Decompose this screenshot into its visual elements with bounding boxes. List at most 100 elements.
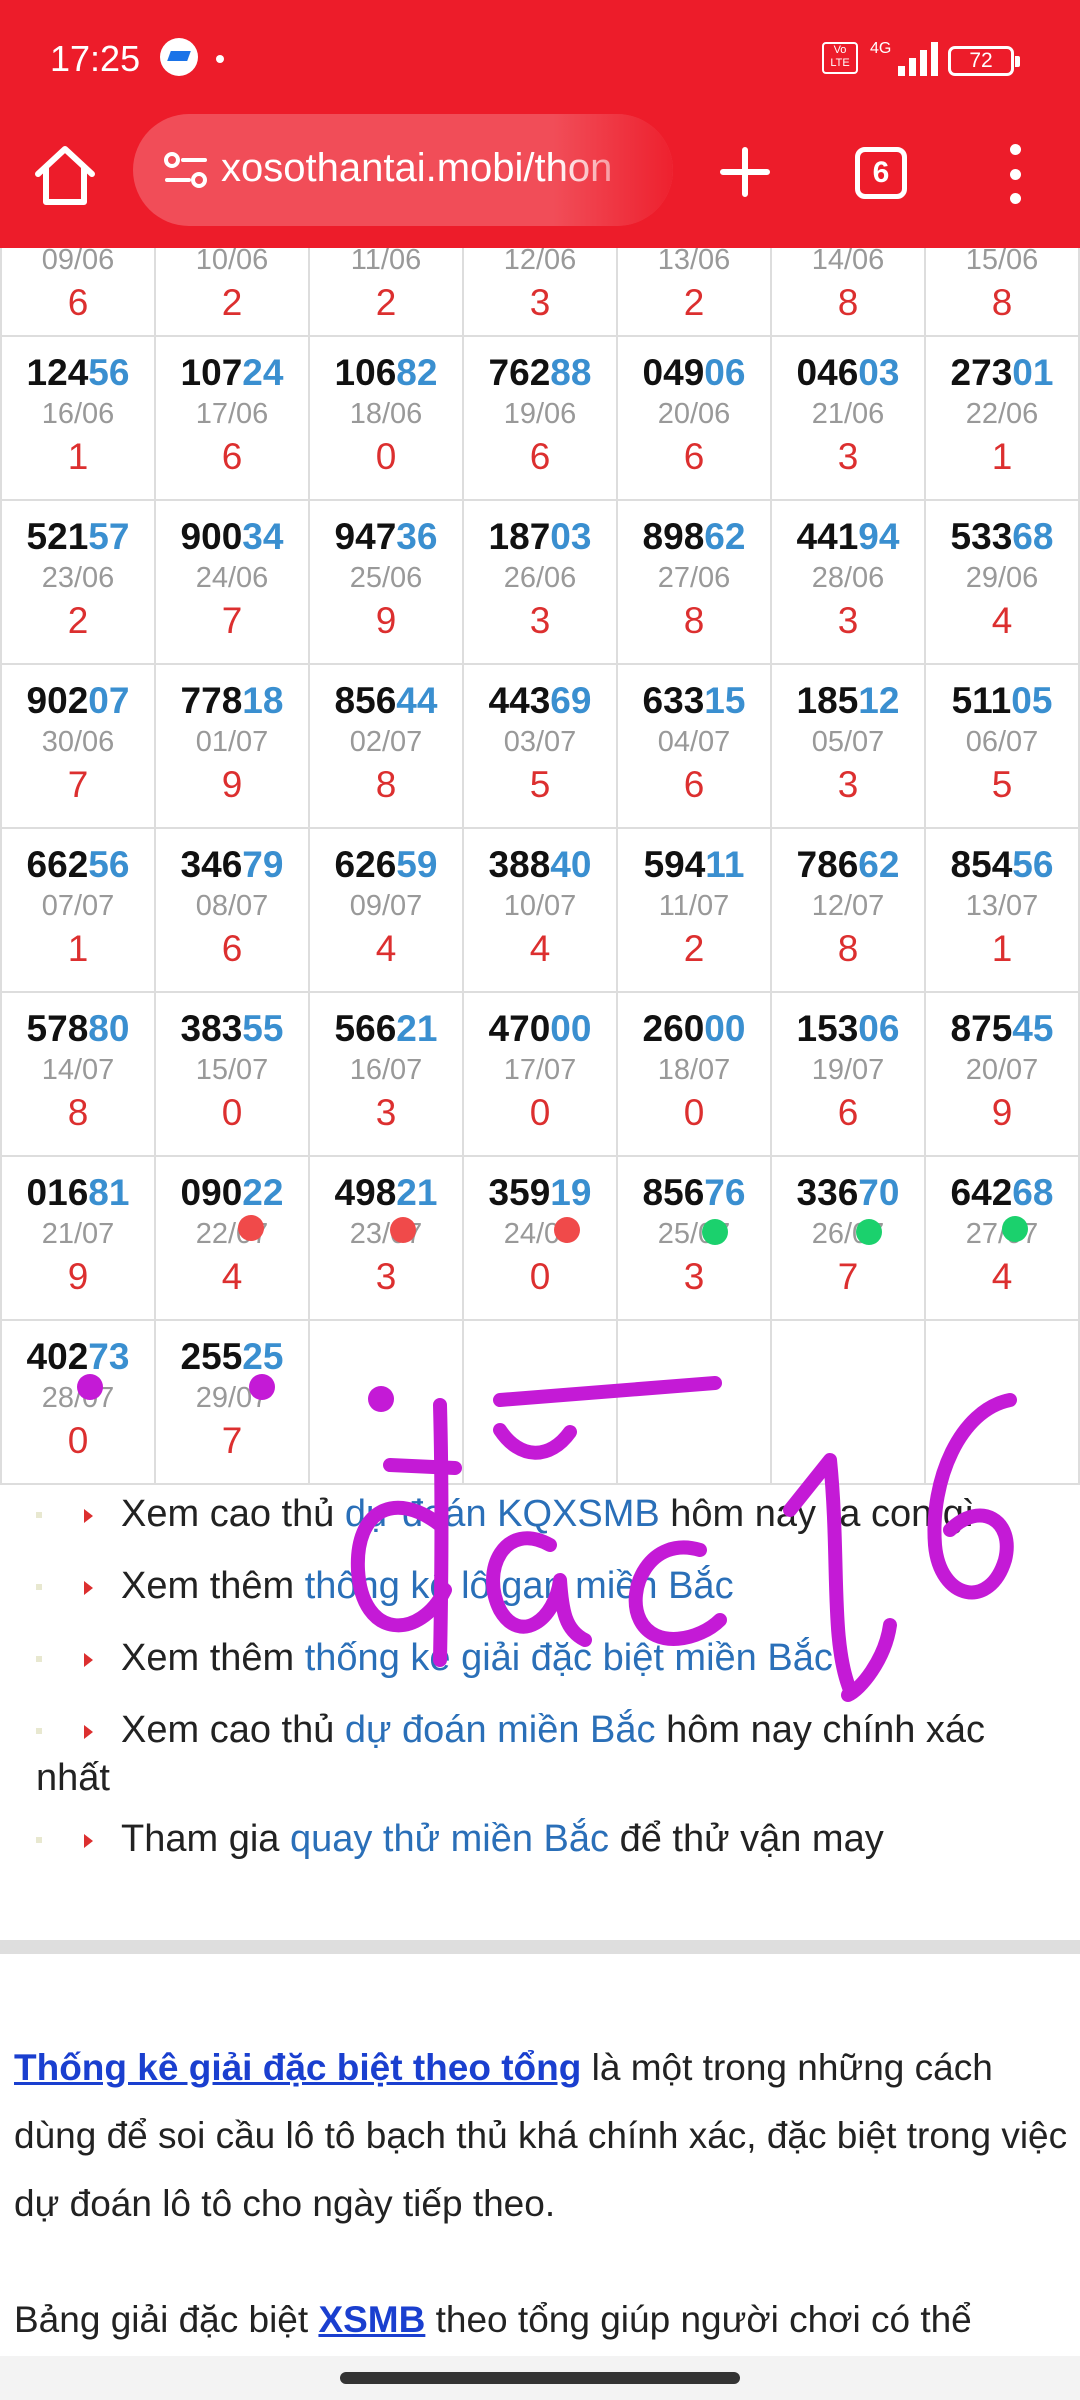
prize-prefix: 778 (180, 680, 243, 721)
address-field[interactable]: xosothantai.mobi/thon (133, 114, 673, 226)
digit-sum: 3 (529, 600, 551, 641)
grid-cell: 89862 27/06 8 (616, 499, 772, 665)
draw-date: 29/07 (195, 1382, 269, 1414)
digit-sum: 8 (991, 282, 1013, 323)
prize-suffix: 12 (858, 680, 900, 721)
related-link[interactable]: thống kê giải đặc biệt miền Bắc (305, 1637, 833, 1679)
digit-sum: 7 (221, 1420, 243, 1461)
digit-sum: 3 (375, 1092, 397, 1133)
digit-sum: 1 (67, 928, 89, 969)
xsmb-link[interactable]: XSMB (318, 2299, 425, 2340)
digit-sum: 1 (991, 436, 1013, 477)
digit-sum: 7 (67, 764, 89, 805)
article-paragraph-1: Thống kê giải đặc biệt theo tổng là một … (14, 2034, 1070, 2238)
digit-sum: 0 (375, 436, 397, 477)
gesture-handle[interactable] (340, 2372, 740, 2384)
grid-cell (924, 1319, 1080, 1485)
prize-suffix: 82 (396, 352, 438, 393)
grid-row: 40273 28/07 0 25525 29/07 7 (0, 1319, 1080, 1485)
prize-prefix: 346 (180, 844, 243, 885)
prize-suffix: 11 (705, 844, 745, 885)
prize-suffix: 36 (396, 516, 438, 557)
browser-chrome: 17:25 Vo LTE 4G 72 xosothantai.mobi/thon… (0, 0, 1080, 248)
digit-sum: 3 (837, 764, 859, 805)
purple-marker (77, 1374, 103, 1400)
prize-suffix: 34 (242, 516, 284, 557)
red-marker (390, 1217, 416, 1243)
digit-sum: 3 (837, 436, 859, 477)
grid-cell: 38355 15/07 0 (154, 991, 310, 1157)
digit-sum: 4 (529, 928, 551, 969)
draw-date: 24/06 (195, 562, 269, 594)
prize-suffix: 76 (704, 1172, 746, 1213)
draw-date: 17/07 (503, 1054, 577, 1086)
prize-number: 49821 (310, 1171, 462, 1215)
grid-cell: 33670 26/07 7 (770, 1155, 926, 1321)
paragraph-2-text-b: theo tổng giúp người chơi có thể (425, 2299, 972, 2340)
site-settings-icon[interactable] (163, 150, 209, 190)
draw-date: 16/07 (349, 1054, 423, 1086)
grid-cell: 04906 20/06 6 (616, 335, 772, 501)
digit-sum: 0 (221, 1092, 243, 1133)
prize-suffix: 70 (858, 1172, 900, 1213)
digit-sum: 9 (221, 764, 243, 805)
prize-suffix: 81 (88, 1172, 130, 1213)
draw-date: 03/07 (503, 726, 577, 758)
prize-suffix: 19 (550, 1172, 592, 1213)
battery-icon: 72 (948, 46, 1020, 76)
grid-cell: 76288 19/06 6 (462, 335, 618, 501)
more-menu-icon[interactable] (1005, 144, 1025, 204)
special-prize-grid: 09/06 6 10/06 2 11/06 2 12/06 3 13/06 2 14/06 8 15/0… (0, 170, 1080, 1485)
grid-cell: 40273 28/07 0 (0, 1319, 156, 1485)
red-marker (554, 1217, 580, 1243)
grid-row: 66256 07/07 1 34679 08/07 6 62659 09/07 4 38840 10… (0, 827, 1080, 993)
prize-number: 12456 (2, 351, 154, 395)
prize-number: 34679 (156, 843, 308, 887)
prize-suffix: 94 (858, 516, 900, 557)
grid-cell: 52157 23/06 2 (0, 499, 156, 665)
digit-sum: 4 (991, 1256, 1013, 1297)
prize-prefix: 498 (334, 1172, 397, 1213)
prize-prefix: 046 (796, 352, 859, 393)
digit-sum: 9 (375, 600, 397, 641)
related-link[interactable]: dự đoán miền Bắc (345, 1709, 656, 1751)
related-link[interactable]: dự đoán KQXSMB (345, 1493, 660, 1535)
caret-right-icon (84, 1508, 93, 1523)
bullet-icon (36, 1584, 42, 1590)
green-marker (1002, 1216, 1028, 1242)
digit-sum: 6 (221, 436, 243, 477)
status-bar: 17:25 Vo LTE 4G 72 (0, 0, 1080, 110)
link-prefix-text: Xem cao thủ (121, 1709, 345, 1751)
grid-cell: 56621 16/07 3 (308, 991, 464, 1157)
new-tab-icon[interactable] (715, 142, 775, 202)
grid-cell: 34679 08/07 6 (154, 827, 310, 993)
prize-suffix: 40 (550, 844, 592, 885)
prize-number: 63315 (618, 679, 770, 723)
sum-stats-link[interactable]: Thống kê giải đặc biệt theo tổng (14, 2047, 581, 2088)
prize-prefix: 441 (796, 516, 859, 557)
article-paragraph-2: Bảng giải đặc biệt XSMB theo tổng giúp n… (14, 2286, 1070, 2354)
home-icon[interactable] (30, 140, 100, 210)
digit-sum: 0 (683, 1092, 705, 1133)
grid-row: 90207 30/06 7 77818 01/07 9 85644 02/07 8 44369 03… (0, 663, 1080, 829)
grid-cell: 87545 20/07 9 (924, 991, 1080, 1157)
draw-date: 20/07 (965, 1054, 1039, 1086)
related-link[interactable]: quay thử miền Bắc (290, 1818, 609, 1860)
related-link[interactable]: thống kê lô gan miền Bắc (305, 1565, 734, 1607)
prize-prefix: 900 (180, 516, 243, 557)
prize-prefix: 566 (334, 1008, 397, 1049)
grid-cell: 78662 12/07 8 (770, 827, 926, 993)
draw-date: 04/07 (657, 726, 731, 758)
prize-prefix: 594 (643, 844, 706, 885)
prize-suffix: 88 (550, 352, 592, 393)
digit-sum: 3 (837, 600, 859, 641)
prize-prefix: 786 (796, 844, 859, 885)
prize-prefix: 255 (180, 1336, 243, 1377)
draw-date: 14/07 (41, 1054, 115, 1086)
draw-date: 16/06 (41, 398, 115, 430)
tab-switcher-button[interactable]: 6 (855, 147, 907, 199)
grid-row: 52157 23/06 2 90034 24/06 7 94736 25/06 9 18703 26… (0, 499, 1080, 665)
grid-cell: 44369 03/07 5 (462, 663, 618, 829)
prize-suffix: 07 (88, 680, 130, 721)
green-marker (702, 1219, 728, 1245)
